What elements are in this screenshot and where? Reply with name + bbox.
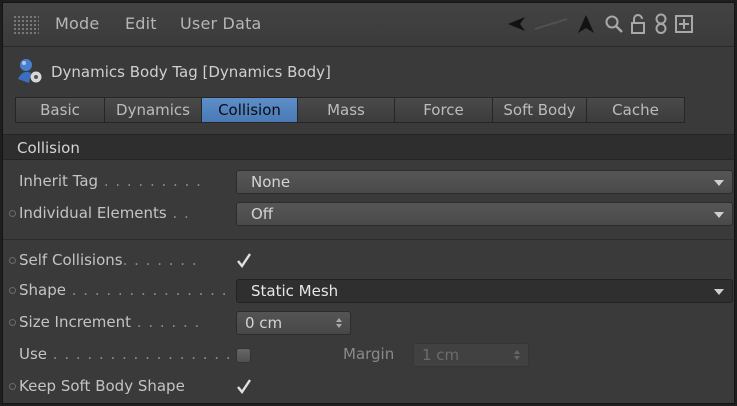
spinner-arrows-icon[interactable]	[336, 317, 342, 329]
chevron-down-icon	[714, 180, 724, 186]
tab-dynamics[interactable]: Dynamics	[105, 97, 202, 123]
tag-title: Dynamics Body Tag [Dynamics Body]	[51, 63, 331, 81]
inherit-tag-label: Inherit Tag . . . . . . . . .	[19, 172, 202, 190]
keyframe-dot-icon[interactable]	[9, 257, 16, 264]
self-collisions-checkbox[interactable]	[236, 252, 252, 269]
use-label: Use . . . . . . . . . . . . . . . .	[19, 345, 232, 363]
up-arrow-icon[interactable]	[573, 11, 599, 37]
keyframe-dot-icon[interactable]	[9, 383, 16, 390]
shape-row: Shape . . . . . . . . . . . . . . Static…	[3, 277, 734, 305]
individual-elements-row: Individual Elements . . Off	[3, 200, 734, 228]
tab-mass[interactable]: Mass	[298, 97, 395, 123]
size-increment-row: Size Increment . . . . . . 0 cm	[3, 309, 734, 337]
divider	[3, 239, 734, 240]
tab-collision[interactable]: Collision	[202, 97, 298, 123]
individual-elements-dropdown[interactable]: Off	[236, 202, 733, 226]
size-increment-label: Size Increment . . . . . .	[19, 313, 201, 331]
tag-title-row: Dynamics Body Tag [Dynamics Body]	[3, 49, 734, 93]
history-slider-icon[interactable]	[533, 11, 569, 37]
tab-soft-body[interactable]: Soft Body	[493, 97, 587, 123]
tab-bar: Basic Dynamics Collision Mass Force Soft…	[15, 97, 685, 123]
menu-user-data[interactable]: User Data	[180, 14, 262, 33]
shape-label: Shape . . . . . . . . . . . . . .	[19, 281, 228, 299]
link-icon[interactable]	[651, 11, 671, 37]
margin-field[interactable]: 1 cm	[413, 343, 529, 367]
section-collision-header: Collision	[3, 134, 734, 160]
inherit-tag-dropdown[interactable]: None	[236, 170, 733, 194]
spinner-arrows-icon[interactable]	[514, 349, 520, 361]
keyframe-dot-icon[interactable]	[9, 319, 16, 326]
keep-soft-body-shape-row: Keep Soft Body Shape	[3, 373, 734, 401]
chevron-down-icon	[714, 212, 724, 218]
search-icon[interactable]	[601, 11, 627, 37]
keyframe-dot-icon[interactable]	[9, 287, 16, 294]
shape-dropdown[interactable]: Static Mesh	[236, 279, 733, 303]
new-panel-icon[interactable]	[673, 11, 695, 37]
individual-elements-label: Individual Elements . .	[19, 204, 190, 222]
use-checkbox[interactable]	[236, 348, 251, 363]
chevron-down-icon	[714, 289, 724, 295]
keyframe-dot-icon[interactable]	[9, 210, 16, 217]
checkmark-icon	[237, 253, 251, 269]
self-collisions-row: Self Collisions. . . . . . .	[3, 247, 734, 275]
margin-label: Margin	[343, 345, 395, 363]
tab-force[interactable]: Force	[395, 97, 493, 123]
lock-icon[interactable]	[627, 11, 649, 37]
attribute-manager-window: Mode Edit User Data Dynamics Body Tag [D…	[2, 2, 735, 404]
tab-basic[interactable]: Basic	[15, 97, 105, 123]
keep-soft-body-shape-checkbox[interactable]	[236, 378, 252, 395]
size-increment-field[interactable]: 0 cm	[236, 311, 351, 335]
keep-soft-body-shape-label: Keep Soft Body Shape	[19, 377, 185, 395]
self-collisions-label: Self Collisions. . . . . . .	[19, 251, 198, 269]
tab-cache[interactable]: Cache	[587, 97, 685, 123]
checkmark-icon	[237, 379, 251, 395]
section-title: Collision	[17, 139, 80, 157]
use-margin-row: Use . . . . . . . . . . . . . . . . Marg…	[3, 341, 734, 369]
menu-edit[interactable]: Edit	[125, 14, 157, 33]
back-arrow-icon[interactable]	[503, 11, 529, 37]
menu-mode[interactable]: Mode	[55, 14, 99, 33]
menu-bar: Mode Edit User Data	[3, 3, 734, 47]
dynamics-body-tag-icon	[17, 58, 43, 84]
inherit-tag-row: Inherit Tag . . . . . . . . . None	[3, 168, 734, 196]
panel-grip-icon[interactable]	[13, 15, 39, 35]
